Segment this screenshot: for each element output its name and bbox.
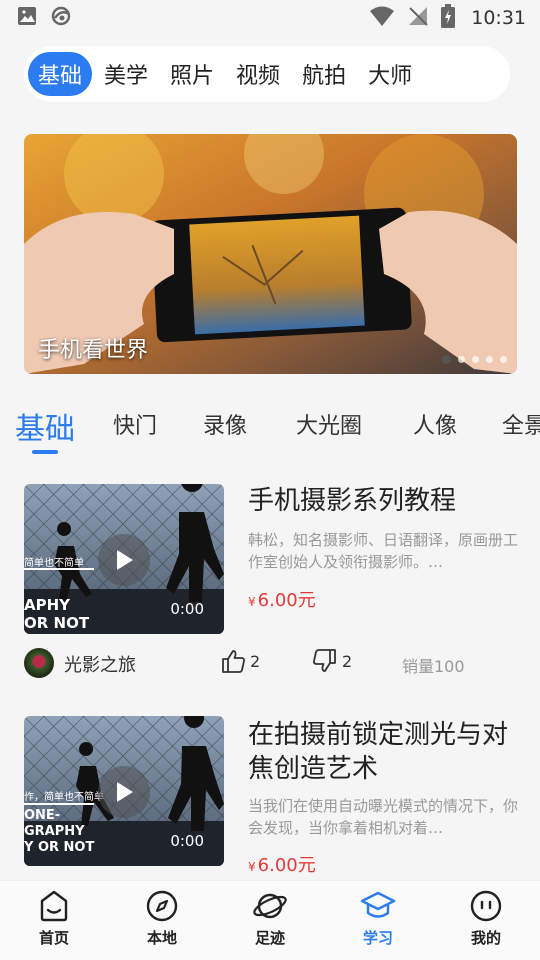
category-tab-basics[interactable]: 基础 (28, 52, 93, 96)
nav-label: 首页 (38, 929, 69, 947)
course-meta-row: 光影之旅 2 2 销量100 (24, 648, 524, 680)
author-name[interactable]: 光影之旅 (64, 651, 136, 677)
course-description: 当我们在使用自动曝光模式的情况下，你会发现，当你拿着相机对着… (248, 797, 518, 837)
video-duration: 0:00 (170, 600, 204, 618)
author-avatar[interactable] (24, 648, 54, 678)
carousel-dot (472, 356, 479, 363)
home-face-icon (40, 890, 68, 922)
status-time: 10:31 (471, 7, 526, 29)
course-price: ¥6.00元 (248, 851, 316, 877)
currency-symbol: ¥ (248, 860, 256, 874)
course-description: 韩松，知名摄影师、日语翻译，原画册工作室创始人及领衔摄影师。… (248, 531, 518, 571)
course-price: ¥6.00元 (248, 586, 316, 612)
category-tab-masters[interactable]: 大师 (358, 52, 422, 96)
like-count: 2 (250, 651, 261, 671)
thumbnail-overlay-text: Y OR NOT (24, 840, 95, 855)
thumbnail-overlay-text: APHY (24, 596, 71, 614)
nav-label: 本地 (146, 929, 177, 947)
course-thumbnail[interactable]: 简单也不简单 APHY OR NOT 0:00 (24, 484, 224, 634)
no-signal-icon (407, 5, 429, 31)
status-bar: 10:31 (0, 0, 540, 36)
play-button[interactable] (98, 534, 150, 586)
active-tab-indicator (32, 450, 58, 454)
graduation-cap-icon (360, 891, 396, 918)
thumbs-up-icon (222, 650, 245, 673)
dislike-count: 2 (342, 651, 353, 671)
nav-item-home[interactable]: 首页 (14, 889, 94, 948)
dislike-button[interactable]: 2 (312, 648, 352, 674)
sales-count: 销量100 (402, 657, 465, 676)
category-tab-video[interactable]: 视频 (226, 52, 290, 96)
category-tab-aerial[interactable]: 航拍 (292, 52, 356, 96)
thumbs-down-icon (313, 649, 336, 672)
thumbnail-overlay-text: OR NOT (24, 614, 90, 632)
app-notification-icon (50, 5, 74, 31)
nav-item-learn[interactable]: 学习 (338, 889, 418, 948)
thumbnail-divider (24, 803, 94, 805)
play-button[interactable] (98, 766, 150, 818)
nav-item-local[interactable]: 本地 (122, 889, 202, 948)
sub-tab-wide-aperture[interactable]: 大光圈 (296, 408, 362, 440)
carousel-dot (500, 356, 507, 363)
play-icon (117, 550, 133, 570)
nav-label: 我的 (470, 929, 501, 947)
sub-tab-portrait[interactable]: 人像 (413, 408, 457, 440)
play-icon (117, 782, 133, 802)
thumbnail-overlay-text: ONE- (24, 808, 61, 823)
currency-symbol: ¥ (248, 595, 256, 609)
nav-label: 学习 (362, 929, 393, 947)
nav-item-mine[interactable]: 我的 (446, 889, 526, 948)
sub-category-tabs: 基础 快门 录像 大光圈 人像 全景 (0, 400, 540, 460)
gallery-notification-icon (16, 5, 38, 31)
thumbnail-divider (24, 568, 94, 570)
sub-tab-recording[interactable]: 录像 (203, 408, 247, 440)
nav-label: 足迹 (254, 929, 285, 947)
carousel-dot (486, 356, 493, 363)
banner-carousel[interactable]: 手机看世界 (24, 134, 517, 374)
category-tab-aesthetics[interactable]: 美学 (94, 52, 158, 96)
sub-tab-shutter[interactable]: 快门 (113, 408, 157, 440)
price-value: 6.00元 (257, 590, 316, 611)
category-tab-bar: 基础 美学 照片 视频 航拍 大师 (24, 46, 510, 102)
thumbnail-overlay-text: GRAPHY (24, 824, 85, 839)
video-duration: 0:00 (170, 832, 204, 850)
carousel-dot (458, 356, 465, 363)
battery-charging-icon (441, 4, 456, 32)
carousel-dot-active (442, 355, 451, 364)
course-title[interactable]: 在拍摄前锁定测光与对焦创造艺术 (248, 718, 518, 786)
course-thumbnail[interactable]: 作，简单也不简单 ONE- GRAPHY Y OR NOT 0:00 (24, 716, 224, 866)
compass-icon (146, 890, 178, 922)
wifi-icon (369, 5, 395, 31)
sub-tab-basics[interactable]: 基础 (15, 404, 75, 448)
sub-tab-panorama[interactable]: 全景 (502, 408, 540, 440)
bottom-navigation: 首页 本地 足迹 学习 我的 (0, 880, 540, 960)
course-title[interactable]: 手机摄影系列教程 (248, 484, 518, 518)
planet-icon (253, 893, 287, 919)
thumbnail-overlay-text: 简单也不简单 (24, 558, 84, 569)
banner-caption: 手机看世界 (38, 338, 149, 363)
thumbnail-overlay-text: 作，简单也不简单 (24, 792, 104, 803)
price-value: 6.00元 (257, 855, 316, 876)
smiley-icon (470, 890, 502, 922)
nav-item-footprints[interactable]: 足迹 (230, 889, 310, 948)
carousel-indicator (442, 355, 507, 364)
like-button[interactable]: 2 (220, 648, 260, 674)
category-tab-photos[interactable]: 照片 (160, 52, 224, 96)
